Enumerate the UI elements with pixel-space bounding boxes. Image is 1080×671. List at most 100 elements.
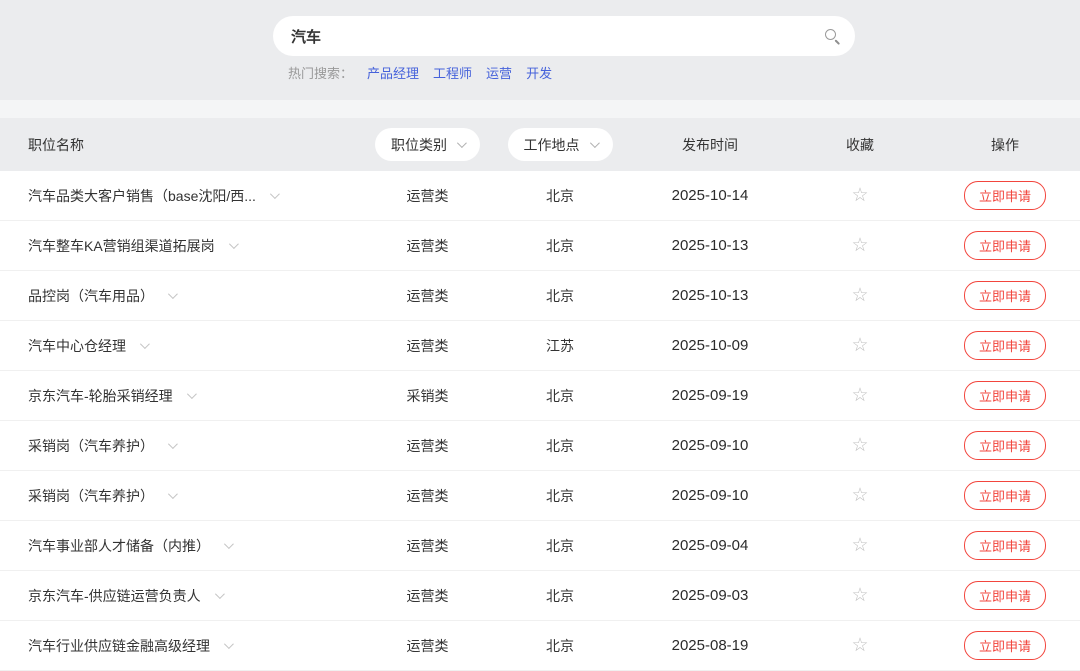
job-date: 2025-09-19 [672,387,749,404]
job-title-text[interactable]: 采销岗（汽车养护） [28,486,154,506]
favorite-star-icon[interactable]: ☆ [851,186,868,205]
search-icon [825,29,840,44]
job-location: 北京 [546,386,574,406]
hot-search-link[interactable]: 运营 [486,63,512,82]
job-table-header: 职位名称 职位类别 工作地点 发布时间 收藏 操作 [0,118,1080,171]
job-title-text[interactable]: 汽车中心仓经理 [28,336,126,356]
apply-button[interactable]: 立即申请 [964,281,1046,310]
job-category: 运营类 [407,536,449,556]
category-filter-label: 职位类别 [391,135,447,155]
chevron-down-icon[interactable] [229,239,239,249]
search-section: 热门搜索： 产品经理工程师运营开发 [0,0,1080,100]
header-publish-date-label: 发布时间 [682,135,738,155]
table-row: 品控岗（汽车用品） 运营类 北京 2025-10-13 ☆ 立即申请 [0,271,1080,321]
favorite-star-icon[interactable]: ☆ [851,486,868,505]
favorite-star-icon[interactable]: ☆ [851,586,868,605]
favorite-star-icon[interactable]: ☆ [851,336,868,355]
chevron-down-icon [457,138,467,148]
chevron-down-icon[interactable] [224,539,234,549]
table-row: 汽车事业部人才储备（内推） 运营类 北京 2025-09-04 ☆ 立即申请 [0,521,1080,571]
location-filter-dropdown[interactable]: 工作地点 [508,128,613,161]
category-filter-dropdown[interactable]: 职位类别 [375,128,480,161]
job-category: 运营类 [407,236,449,256]
job-title-text[interactable]: 京东汽车-供应链运营负责人 [28,586,201,606]
favorite-star-icon[interactable]: ☆ [851,436,868,455]
search-input[interactable] [273,28,815,45]
job-title-text[interactable]: 汽车行业供应链金融高级经理 [28,636,210,656]
apply-button[interactable]: 立即申请 [964,481,1046,510]
job-title-text[interactable]: 汽车事业部人才储备（内推） [28,536,210,556]
favorite-star-icon[interactable]: ☆ [851,236,868,255]
job-category: 运营类 [407,436,449,456]
job-title-text[interactable]: 采销岗（汽车养护） [28,436,154,456]
job-date: 2025-09-04 [672,537,749,554]
header-job-title: 职位名称 [0,118,365,171]
chevron-down-icon[interactable] [168,289,178,299]
chevron-down-icon [589,138,599,148]
apply-button[interactable]: 立即申请 [964,181,1046,210]
table-row: 汽车整车KA营销组渠道拓展岗 运营类 北京 2025-10-13 ☆ 立即申请 [0,221,1080,271]
job-location: 北京 [546,486,574,506]
apply-button[interactable]: 立即申请 [964,631,1046,660]
job-title-text[interactable]: 京东汽车-轮胎采销经理 [28,386,173,406]
job-category: 运营类 [407,486,449,506]
header-action-label: 操作 [991,135,1019,155]
job-date: 2025-10-14 [672,187,749,204]
table-row: 汽车行业供应链金融高级经理 运营类 北京 2025-08-19 ☆ 立即申请 [0,621,1080,671]
job-category: 采销类 [407,386,449,406]
table-row: 采销岗（汽车养护） 运营类 北京 2025-09-10 ☆ 立即申请 [0,471,1080,521]
apply-button[interactable]: 立即申请 [964,431,1046,460]
hot-search-link[interactable]: 产品经理 [367,63,419,82]
job-location: 北京 [546,236,574,256]
job-location: 北京 [546,636,574,656]
table-row: 京东汽车-供应链运营负责人 运营类 北京 2025-09-03 ☆ 立即申请 [0,571,1080,621]
job-date: 2025-09-10 [672,437,749,454]
chevron-down-icon[interactable] [270,189,280,199]
favorite-star-icon[interactable]: ☆ [851,636,868,655]
apply-button[interactable]: 立即申请 [964,331,1046,360]
apply-button[interactable]: 立即申请 [964,531,1046,560]
favorite-star-icon[interactable]: ☆ [851,536,868,555]
hot-search-link[interactable]: 开发 [526,63,552,82]
job-date: 2025-09-10 [672,487,749,504]
spacer-band [0,100,1080,118]
job-title-text[interactable]: 品控岗（汽车用品） [28,286,154,306]
chevron-down-icon[interactable] [168,489,178,499]
job-date: 2025-10-13 [672,237,749,254]
job-location: 江苏 [546,336,574,356]
job-date: 2025-08-19 [672,637,749,654]
hot-search-links: 产品经理工程师运营开发 [367,63,552,82]
job-category: 运营类 [407,636,449,656]
favorite-star-icon[interactable]: ☆ [851,286,868,305]
job-category: 运营类 [407,286,449,306]
chevron-down-icon[interactable] [168,439,178,449]
apply-button[interactable]: 立即申请 [964,381,1046,410]
job-location: 北京 [546,286,574,306]
hot-search-row: 热门搜索： 产品经理工程师运营开发 [288,63,552,82]
table-row: 京东汽车-轮胎采销经理 采销类 北京 2025-09-19 ☆ 立即申请 [0,371,1080,421]
header-favorite-label: 收藏 [846,135,874,155]
header-job-title-label: 职位名称 [28,135,84,155]
job-date: 2025-10-09 [672,337,749,354]
location-filter-label: 工作地点 [524,135,580,155]
apply-button[interactable]: 立即申请 [964,581,1046,610]
job-category: 运营类 [407,586,449,606]
chevron-down-icon[interactable] [215,589,225,599]
chevron-down-icon[interactable] [224,639,234,649]
search-button[interactable] [815,16,855,56]
chevron-down-icon[interactable] [187,389,197,399]
table-row: 汽车品类大客户销售（base沈阳/西... 运营类 北京 2025-10-14 … [0,171,1080,221]
header-favorite: 收藏 [790,118,930,171]
chevron-down-icon[interactable] [140,339,150,349]
job-date: 2025-10-13 [672,287,749,304]
job-location: 北京 [546,536,574,556]
header-action: 操作 [930,118,1080,171]
job-title-text[interactable]: 汽车品类大客户销售（base沈阳/西... [28,186,256,206]
header-publish-date: 发布时间 [630,118,790,171]
job-location: 北京 [546,436,574,456]
hot-search-link[interactable]: 工程师 [433,63,472,82]
favorite-star-icon[interactable]: ☆ [851,386,868,405]
apply-button[interactable]: 立即申请 [964,231,1046,260]
job-table-body: 汽车品类大客户销售（base沈阳/西... 运营类 北京 2025-10-14 … [0,171,1080,671]
job-title-text[interactable]: 汽车整车KA营销组渠道拓展岗 [28,236,215,256]
